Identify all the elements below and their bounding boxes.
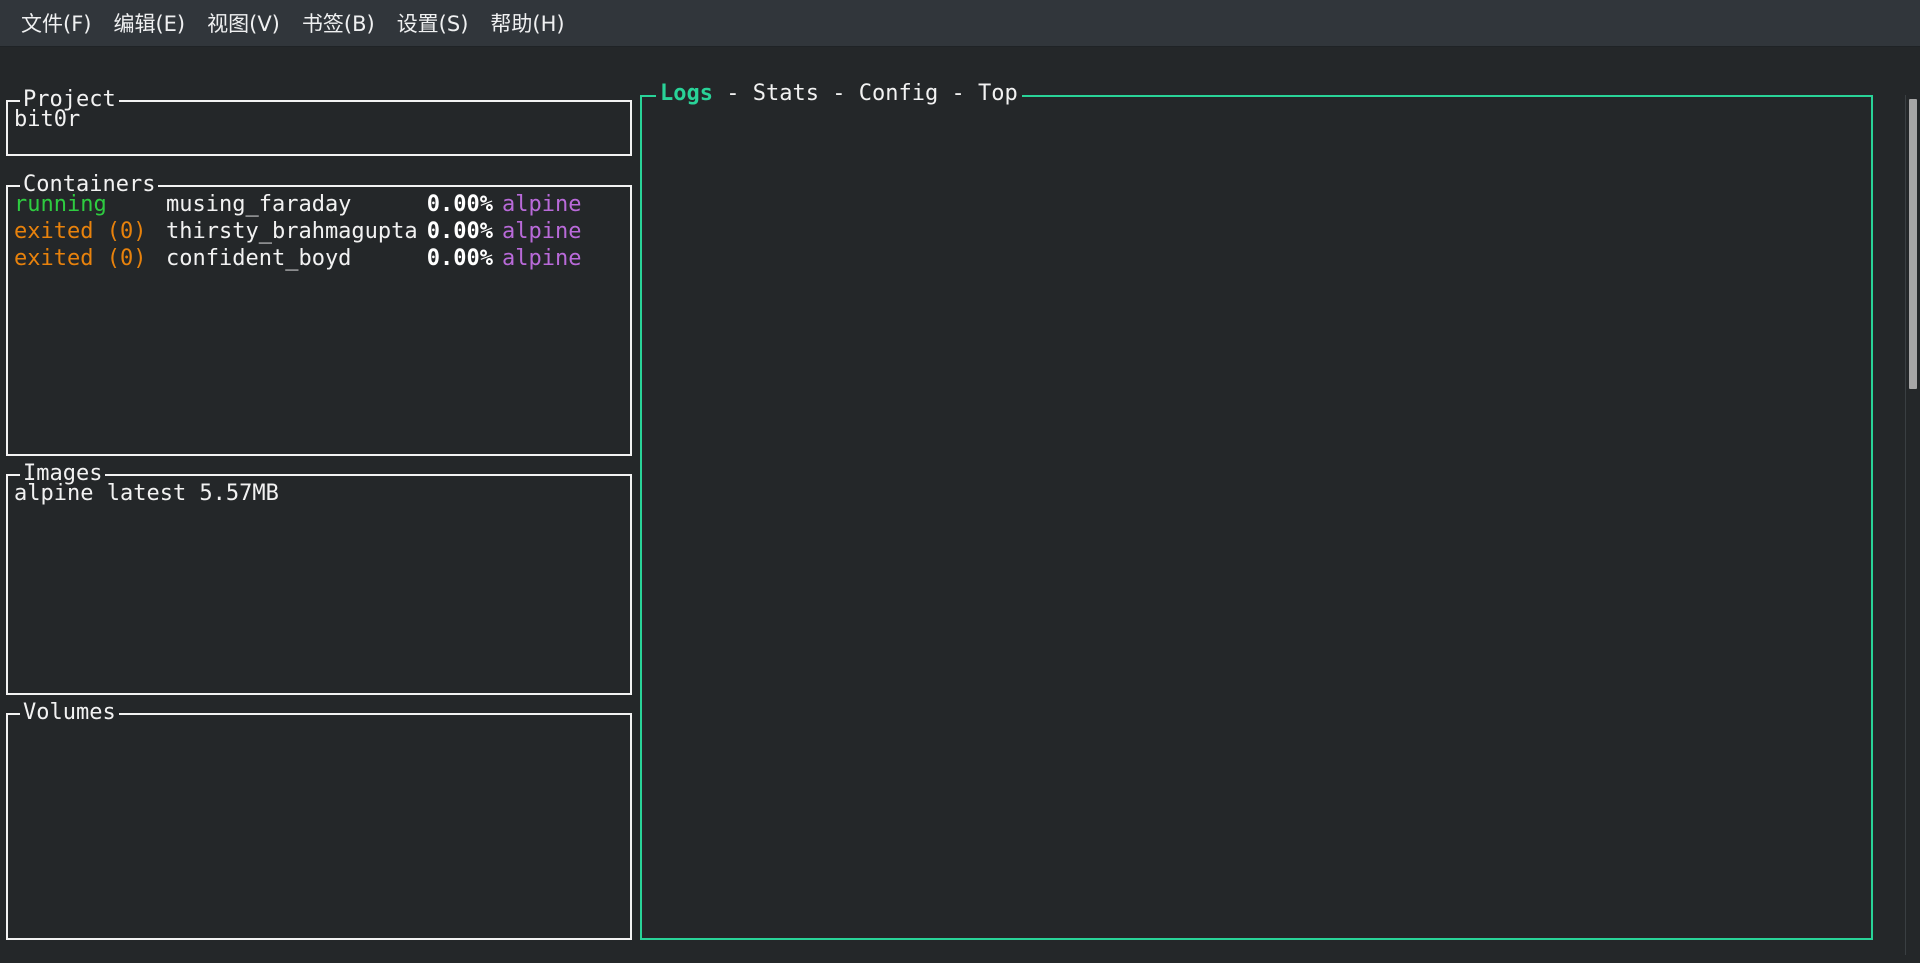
container-image: alpine	[502, 192, 582, 217]
container-status: exited (0)	[14, 246, 147, 271]
project-panel[interactable]: Project bit0r	[6, 89, 632, 156]
logs-output	[650, 103, 1865, 934]
lazydocker-terminal: Project bit0r Containers running musing_…	[0, 47, 1920, 963]
images-panel-body: alpine latest 5.57MB	[14, 480, 626, 691]
menu-item-bookmarks[interactable]: 书签(B)	[291, 4, 386, 42]
table-row[interactable]: exited (0) thirsty_brahmagupta 0.00% alp…	[14, 218, 626, 245]
scrollbar-thumb[interactable]	[1909, 99, 1917, 389]
container-name: thirsty_brahmagupta	[166, 219, 418, 244]
container-name: musing_faraday	[166, 192, 352, 217]
containers-panel-body: running musing_faraday 0.00% alpine exit…	[14, 191, 626, 452]
menu-item-help[interactable]: 帮助(H)	[479, 4, 575, 42]
container-cpu: 0.00%	[426, 219, 493, 244]
container-image: alpine	[502, 246, 582, 271]
menu-item-view[interactable]: 视图(V)	[196, 4, 291, 42]
project-name: bit0r	[14, 107, 81, 132]
volumes-panel-body	[14, 719, 626, 936]
project-panel-body: bit0r	[14, 106, 626, 152]
main-panel-tabs: Logs - Stats - Config - Top	[656, 83, 1022, 105]
container-cpu: 0.00%	[426, 192, 493, 217]
table-row[interactable]: running musing_faraday 0.00% alpine	[14, 191, 626, 218]
menu-item-edit[interactable]: 编辑(E)	[102, 4, 196, 42]
vertical-scrollbar[interactable]	[1905, 95, 1920, 955]
container-status: exited (0)	[14, 219, 147, 244]
status-bar: PgUp/PgDn: scroll, b: view bulk commands…	[0, 952, 1920, 963]
menu-bar: 文件(F) 编辑(E) 视图(V) 书签(B) 设置(S) 帮助(H)	[0, 0, 1920, 47]
container-status: running	[14, 192, 107, 217]
main-content-panel[interactable]: Logs - Stats - Config - Top	[640, 83, 1873, 940]
containers-panel[interactable]: Containers running musing_faraday 0.00% …	[6, 174, 632, 456]
container-name: confident_boyd	[166, 246, 352, 271]
menu-item-file[interactable]: 文件(F)	[10, 4, 102, 42]
images-panel[interactable]: Images alpine latest 5.57MB	[6, 463, 632, 695]
list-item[interactable]: alpine latest 5.57MB	[14, 480, 626, 507]
volumes-panel[interactable]: Volumes	[6, 702, 632, 940]
menu-item-settings[interactable]: 设置(S)	[386, 4, 480, 42]
container-cpu: 0.00%	[426, 246, 493, 271]
table-row[interactable]: exited (0) confident_boyd 0.00% alpine	[14, 245, 626, 272]
container-image: alpine	[502, 219, 582, 244]
